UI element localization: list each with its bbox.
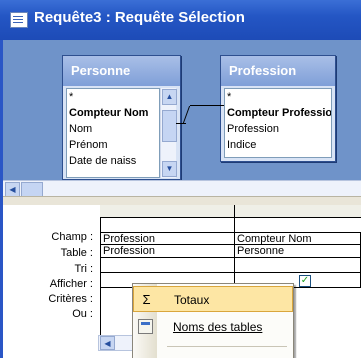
row-label-tri: Tri :: [74, 263, 93, 275]
cell-table-1[interactable]: Profession: [100, 245, 235, 258]
menu-item-label: Noms des tables: [173, 320, 263, 334]
scroll-left-icon[interactable]: ◀: [100, 336, 115, 350]
table-personne-scrollbar[interactable]: ▲ ▼: [160, 88, 177, 178]
field-item[interactable]: Indice: [225, 137, 331, 153]
field-item[interactable]: Prénom: [67, 137, 159, 153]
row-label-criteres: Critères :: [48, 293, 93, 305]
row-label-table: Table :: [60, 247, 93, 259]
sigma-icon: Σ: [142, 292, 151, 307]
title-bar[interactable]: Requête3 : Requête Sélection: [0, 0, 361, 40]
field-item[interactable]: *: [67, 89, 159, 105]
table-names-icon: [138, 319, 153, 334]
context-menu: Σ Totaux Noms des tables: [132, 283, 294, 358]
table-personne-title[interactable]: Personne: [63, 56, 180, 86]
table-profession[interactable]: Profession * Compteur Profession Profess…: [220, 55, 336, 162]
column-selector-bar[interactable]: [100, 205, 361, 218]
field-item[interactable]: Date de naiss: [67, 153, 159, 169]
field-item[interactable]: Nom: [67, 121, 159, 137]
menu-separator: [167, 346, 287, 347]
join-line-segment[interactable]: [190, 105, 224, 106]
field-item[interactable]: Compteur Nom: [67, 105, 159, 121]
cell-table-2[interactable]: Personne: [234, 245, 361, 258]
row-label-champ: Champ :: [51, 231, 93, 243]
row-label-afficher: Afficher :: [49, 278, 93, 290]
cell-tri-1[interactable]: [100, 258, 235, 273]
scroll-thumb[interactable]: [21, 182, 43, 197]
scroll-down-icon[interactable]: ▼: [162, 161, 177, 177]
scroll-thumb[interactable]: [162, 110, 177, 142]
query-icon: [10, 12, 28, 28]
field-item[interactable]: Profession: [225, 121, 331, 137]
table-personne[interactable]: Personne * Compteur Nom Nom Prénom Date …: [62, 55, 181, 180]
window-left-border: [0, 40, 3, 358]
join-line-segment[interactable]: [176, 123, 186, 124]
cell-champ-1[interactable]: Profession: [100, 232, 235, 245]
cell-champ-2[interactable]: Compteur Nom: [234, 232, 361, 245]
menu-item-label: Totaux: [174, 293, 210, 307]
menu-item-noms-des-tables[interactable]: Noms des tables: [133, 314, 293, 340]
menu-item-totaux[interactable]: Σ Totaux: [133, 286, 293, 312]
scroll-up-icon[interactable]: ▲: [162, 89, 177, 105]
show-checkbox-2[interactable]: ✓: [299, 275, 311, 287]
table-personne-field-list[interactable]: * Compteur Nom Nom Prénom Date de naiss: [66, 88, 160, 178]
field-item[interactable]: Compteur Profession: [225, 105, 331, 121]
scroll-left-icon[interactable]: ◀: [5, 182, 20, 197]
diagram-horizontal-scrollbar[interactable]: ◀: [3, 180, 361, 197]
query-window: Requête3 : Requête Sélection Personne * …: [0, 0, 361, 358]
window-title: Requête3 : Requête Sélection: [34, 9, 245, 26]
table-profession-title[interactable]: Profession: [221, 56, 335, 86]
row-label-ou: Ou :: [72, 308, 93, 320]
field-item[interactable]: *: [225, 89, 331, 105]
table-profession-field-list[interactable]: * Compteur Profession Profession Indice: [224, 88, 332, 158]
cell-tri-2[interactable]: [234, 258, 361, 273]
